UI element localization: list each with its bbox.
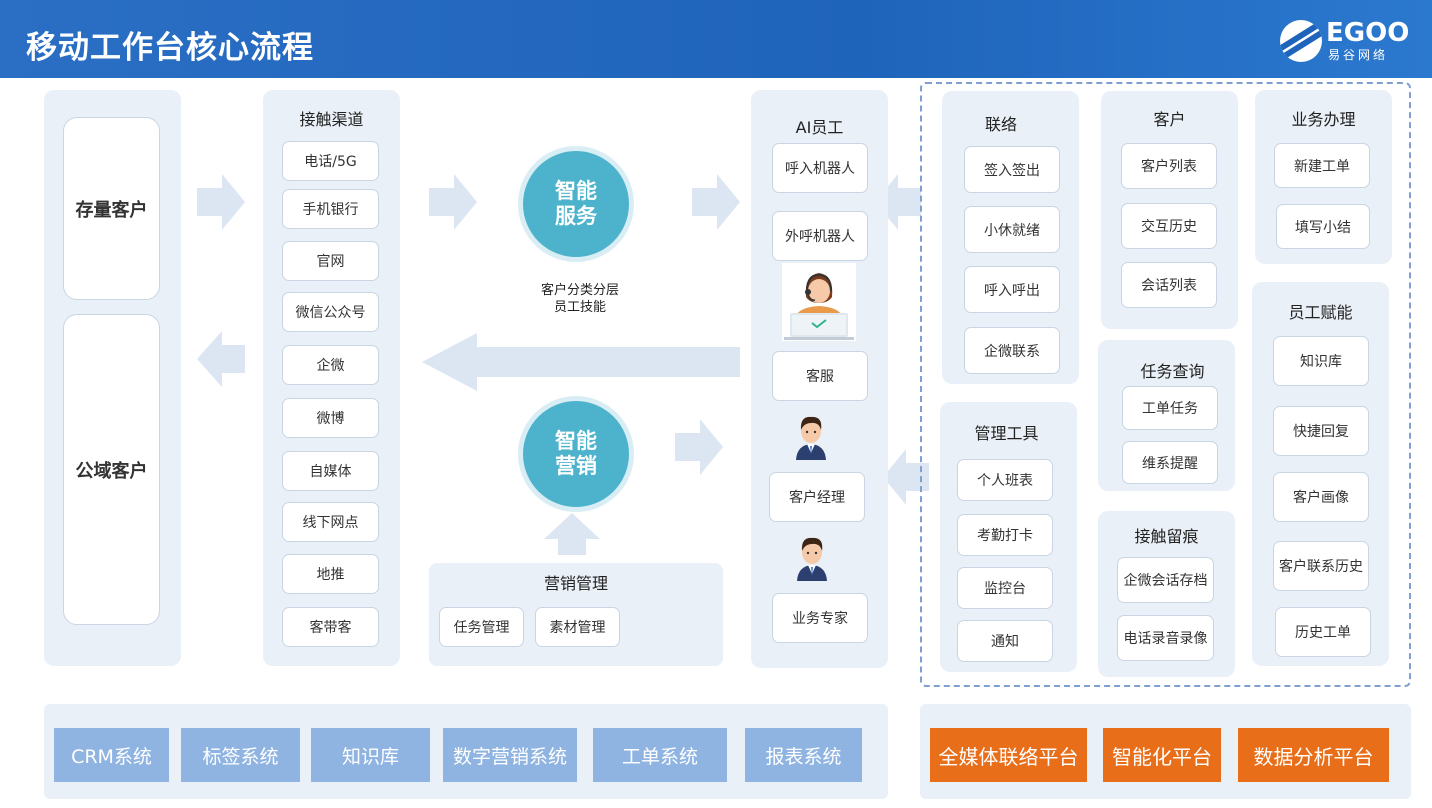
customer-service-card[interactable]: 客服: [772, 351, 868, 401]
existing-customer-card[interactable]: 存量客户: [63, 117, 160, 300]
attendance-button[interactable]: 考勤打卡: [957, 514, 1053, 556]
call-recording-button[interactable]: 电话录音录像: [1117, 615, 1214, 661]
customer-manager-card[interactable]: 客户经理: [769, 472, 865, 522]
trace-title: 接触留痕: [1134, 527, 1199, 546]
call-in-out-button[interactable]: 呼入呼出: [964, 266, 1060, 313]
fill-summary-button[interactable]: 填写小结: [1276, 204, 1370, 249]
omnichannel-platform-button[interactable]: 全媒体联络平台: [930, 728, 1087, 782]
history-ticket-button[interactable]: 历史工单: [1275, 607, 1371, 657]
expert-avatar-icon: [797, 537, 827, 581]
session-list-button[interactable]: 会话列表: [1121, 262, 1217, 308]
ticket-system-button[interactable]: 工单系统: [593, 728, 727, 782]
manager-avatar-icon: [796, 416, 826, 460]
monitor-button[interactable]: 监控台: [957, 567, 1053, 609]
channel-item[interactable]: 微博: [282, 398, 379, 438]
digital-marketing-system-button[interactable]: 数字营销系统: [443, 728, 577, 782]
wecom-archive-button[interactable]: 企微会话存档: [1117, 557, 1214, 603]
empower-title: 员工赋能: [1288, 303, 1353, 322]
customer-profile-button[interactable]: 客户画像: [1273, 472, 1369, 522]
channel-item[interactable]: 线下网点: [282, 502, 379, 542]
task-mgmt-button[interactable]: 任务管理: [439, 607, 524, 647]
mgmt-tools-title: 管理工具: [974, 424, 1039, 443]
channel-item[interactable]: 官网: [282, 241, 379, 281]
notice-button[interactable]: 通知: [957, 620, 1053, 662]
sign-in-out-button[interactable]: 签入签出: [964, 146, 1060, 193]
interaction-history-button[interactable]: 交互历史: [1121, 203, 1217, 249]
ai-staff-title: AI员工: [795, 118, 844, 137]
arrow-back-to-channels: [422, 333, 740, 391]
channel-item[interactable]: 自媒体: [282, 451, 379, 491]
inbound-bot-card[interactable]: 呼入机器人: [772, 143, 868, 193]
customer-service-avatar-icon: [782, 263, 856, 341]
channel-item[interactable]: 电话/5G: [282, 141, 379, 181]
arrow-channels-to-customers: [197, 331, 245, 387]
contact-title: 联络: [984, 115, 1017, 134]
business-expert-card[interactable]: 业务专家: [772, 593, 868, 643]
outbound-bot-card[interactable]: 外呼机器人: [772, 211, 868, 261]
break-ready-button[interactable]: 小休就绪: [964, 206, 1060, 253]
channel-item[interactable]: 企微: [282, 345, 379, 385]
contact-history-button[interactable]: 客户联系历史: [1273, 541, 1369, 591]
smart-service-line-2: 服务: [555, 204, 597, 228]
new-ticket-button[interactable]: 新建工单: [1274, 143, 1370, 188]
retention-reminder-button[interactable]: 维系提醒: [1122, 441, 1218, 484]
crm-system-button[interactable]: CRM系统: [54, 728, 169, 782]
channel-item[interactable]: 微信公众号: [282, 292, 379, 332]
intelligent-platform-button[interactable]: 智能化平台: [1103, 728, 1221, 782]
smart-service-line-1: 智能: [555, 178, 597, 203]
data-analysis-platform-button[interactable]: 数据分析平台: [1238, 728, 1389, 782]
channel-item[interactable]: 地推: [282, 554, 379, 594]
material-mgmt-button[interactable]: 素材管理: [535, 607, 620, 647]
wecom-contact-button[interactable]: 企微联系: [964, 327, 1060, 374]
knowledge-base-button[interactable]: 知识库: [1273, 336, 1369, 386]
arrow-service-to-ai: [692, 174, 740, 230]
channel-item[interactable]: 手机银行: [282, 189, 379, 229]
report-system-button[interactable]: 报表系统: [745, 728, 862, 782]
knowledge-system-button[interactable]: 知识库: [311, 728, 430, 782]
tag-system-button[interactable]: 标签系统: [181, 728, 300, 782]
public-customer-card[interactable]: 公域客户: [63, 314, 160, 625]
arrow-marketing-to-ai: [675, 419, 723, 475]
arrow-customers-to-channels: [197, 174, 245, 230]
schedule-button[interactable]: 个人班表: [957, 459, 1053, 501]
smart-marketing-line-2: 营销: [555, 454, 597, 478]
smart-marketing-circle[interactable]: 智能 营销: [518, 396, 634, 512]
customer-list-button[interactable]: 客户列表: [1121, 143, 1217, 189]
arrow-channels-to-service: [429, 174, 477, 230]
service-note-line-2: 员工技能: [553, 300, 606, 315]
ticket-task-button[interactable]: 工单任务: [1122, 386, 1218, 430]
marketing-mgmt-title: 营销管理: [543, 574, 608, 593]
channel-item[interactable]: 客带客: [282, 607, 379, 647]
service-note-line-1: 客户分类分层: [540, 283, 619, 298]
business-title: 业务办理: [1291, 110, 1356, 129]
smart-service-circle[interactable]: 智能 服务: [518, 146, 634, 262]
smart-marketing-line-1: 智能: [555, 428, 597, 453]
task-query-title: 任务查询: [1140, 362, 1205, 381]
quick-reply-button[interactable]: 快捷回复: [1273, 406, 1369, 456]
channels-title: 接触渠道: [299, 110, 364, 129]
arrow-mgmt-to-marketing: [544, 513, 600, 555]
customer-title: 客户: [1153, 110, 1186, 129]
service-note: 客户分类分层 员工技能: [510, 282, 650, 316]
